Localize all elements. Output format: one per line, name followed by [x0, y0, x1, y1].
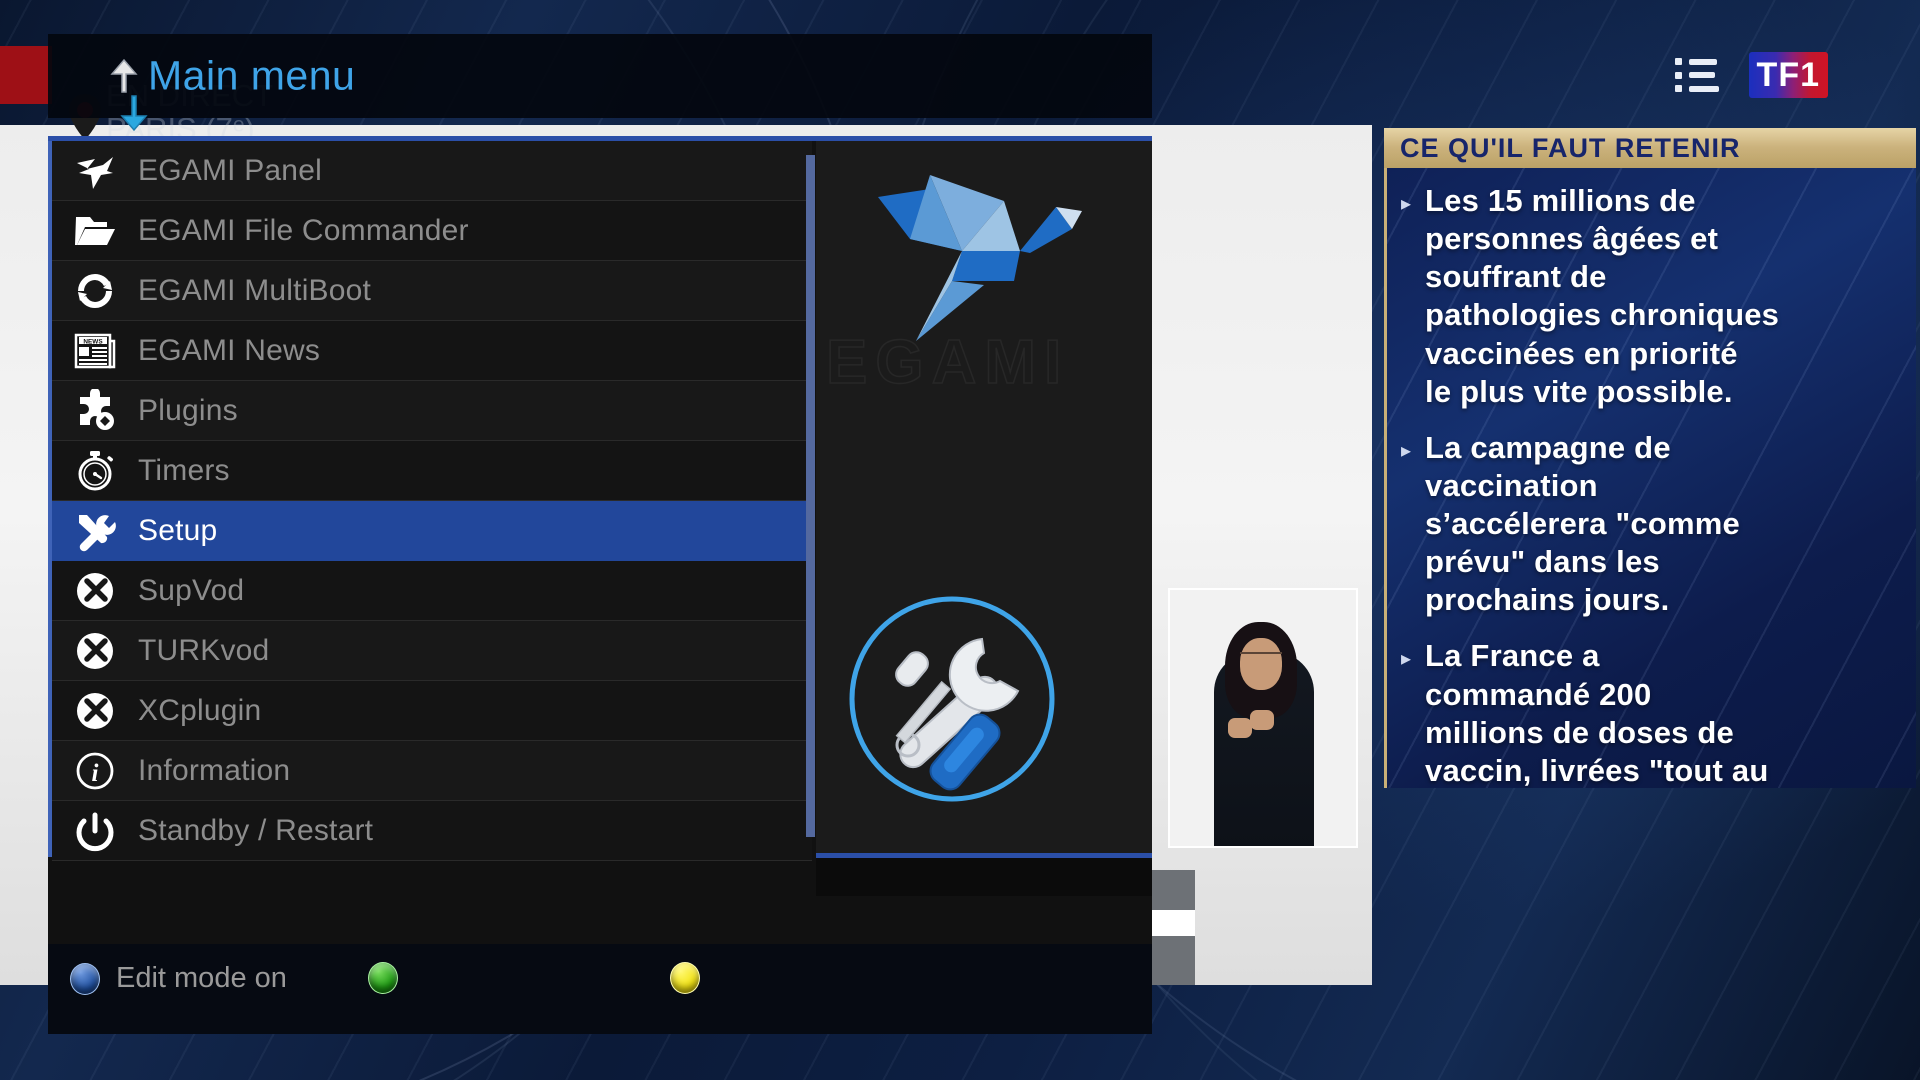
news-panel-title: CE QU'IL FAUT RETENIR	[1400, 132, 1741, 163]
news-bullet: ▸ La France a commandé 200 millions de d…	[1401, 637, 1898, 788]
folder-open-icon	[52, 209, 138, 253]
news-panel-body: ▸ Les 15 millions de personnes âgées et …	[1384, 168, 1916, 788]
yellow-dot-icon	[670, 962, 700, 994]
svg-text:NEWS: NEWS	[83, 338, 103, 345]
bullet-marker-icon: ▸	[1401, 439, 1412, 462]
menu-item-xcplugin[interactable]: XCplugin	[52, 681, 812, 741]
tools-circle-icon	[844, 591, 1060, 807]
egami-watermark: EGAMI	[825, 327, 1070, 398]
news-bullet-text: Les 15 millions de personnes âgées et so…	[1425, 183, 1780, 409]
color-button-green[interactable]	[368, 962, 414, 994]
osd-footer: Edit mode on	[48, 944, 1152, 1034]
menu-scrollbar-thumb[interactable]	[806, 155, 815, 837]
tf1-logo: TF1	[1748, 52, 1828, 98]
osd-title-bar: Main menu	[48, 34, 1152, 132]
menu-item-label: SupVod	[138, 573, 245, 607]
newspaper-icon: NEWS	[52, 329, 138, 373]
egami-bird-logo	[834, 155, 1084, 355]
menu-item-label: Plugins	[138, 393, 238, 427]
menu-item-label: TURKvod	[138, 633, 270, 667]
x-circle-icon	[52, 689, 138, 733]
info-circle-icon: i	[52, 749, 138, 793]
channel-branding: TF1	[1674, 52, 1828, 98]
menu-item-egami-file-commander[interactable]: EGAMI File Commander	[52, 201, 812, 261]
menu-item-information[interactable]: i Information	[52, 741, 812, 801]
bullet-marker-icon: ▸	[1401, 193, 1412, 215]
menu-scrollbar[interactable]	[806, 155, 815, 837]
x-circle-icon	[52, 629, 138, 673]
blue-dot-icon	[70, 962, 100, 995]
news-panel-header: CE QU'IL FAUT RETENIR	[1384, 128, 1916, 168]
live-red-block	[0, 46, 52, 104]
x-circle-icon	[52, 569, 138, 613]
tf1-logo-text: TF1	[1756, 56, 1820, 94]
news-bullet: ▸ Les 15 millions de personnes âgées et …	[1401, 182, 1898, 411]
menu-item-setup[interactable]: Setup	[52, 501, 812, 561]
interpreter-hands	[1228, 710, 1284, 744]
menu-item-turkvod[interactable]: TURKvod	[52, 621, 812, 681]
menu-item-egami-multiboot[interactable]: EGAMI MultiBoot	[52, 261, 812, 321]
news-bullet: ▸ La campagne de vaccination s’accélerer…	[1401, 429, 1898, 620]
menu-item-label: EGAMI Panel	[138, 153, 322, 187]
sign-language-inset	[1168, 588, 1358, 848]
main-menu-panel: EGAMI Panel EGAMI File Commander EGAMI Mul…	[48, 136, 1152, 944]
menu-item-standby-restart[interactable]: Standby / Restart	[52, 801, 812, 861]
menu-item-label: Standby / Restart	[138, 813, 374, 847]
preview-bottom-strip	[816, 858, 1152, 896]
menu-item-timers[interactable]: Timers	[52, 441, 812, 501]
color-button-yellow[interactable]	[670, 962, 716, 994]
menu-item-plugins[interactable]: Plugins	[52, 381, 812, 441]
tools-icon	[52, 509, 138, 553]
menu-item-label: Setup	[138, 513, 218, 547]
screen: COVID-19 JEAN CASTEX LA CONFÉRENCE DE PR…	[0, 0, 1920, 1080]
bullet-marker-icon: ▸	[1401, 648, 1412, 671]
menu-item-label: EGAMI File Commander	[138, 213, 469, 247]
menu-item-label: XCplugin	[138, 693, 262, 727]
color-button-blue[interactable]: Edit mode on	[70, 962, 287, 995]
interpreter-face	[1240, 638, 1282, 690]
menu-item-label: Timers	[138, 453, 230, 487]
menu-list: EGAMI Panel EGAMI File Commander EGAMI Mul…	[52, 141, 812, 861]
svg-text:i: i	[92, 760, 99, 787]
list-icon[interactable]	[1674, 58, 1721, 92]
menu-list-container: EGAMI Panel EGAMI File Commander EGAMI Mul…	[48, 141, 812, 861]
menu-item-label: Information	[138, 753, 291, 787]
color-button-blue-label: Edit mode on	[116, 962, 287, 994]
green-dot-icon	[368, 962, 398, 994]
menu-item-egami-panel[interactable]: EGAMI Panel	[52, 141, 812, 201]
menu-item-egami-news[interactable]: NEWS EGAMI News	[52, 321, 812, 381]
interpreter-glasses	[1240, 652, 1282, 662]
bird-icon	[52, 149, 138, 193]
puzzle-piece-icon	[52, 388, 138, 433]
refresh-cycle-icon	[52, 269, 138, 313]
menu-item-label: EGAMI MultiBoot	[138, 273, 372, 307]
page-title: Main menu	[148, 52, 356, 99]
stopwatch-icon	[52, 449, 138, 493]
news-panel: CE QU'IL FAUT RETENIR ▸ Les 15 millions …	[1384, 128, 1916, 788]
news-bullet-text: La France a commandé 200 millions de dos…	[1425, 638, 1769, 788]
menu-item-label: EGAMI News	[138, 333, 321, 367]
menu-item-supvod[interactable]: SupVod	[52, 561, 812, 621]
menu-preview-pane: EGAMI	[816, 141, 1152, 857]
news-bullet-text: La campagne de vaccination s’accélerera …	[1425, 429, 1740, 618]
power-icon	[52, 809, 138, 853]
